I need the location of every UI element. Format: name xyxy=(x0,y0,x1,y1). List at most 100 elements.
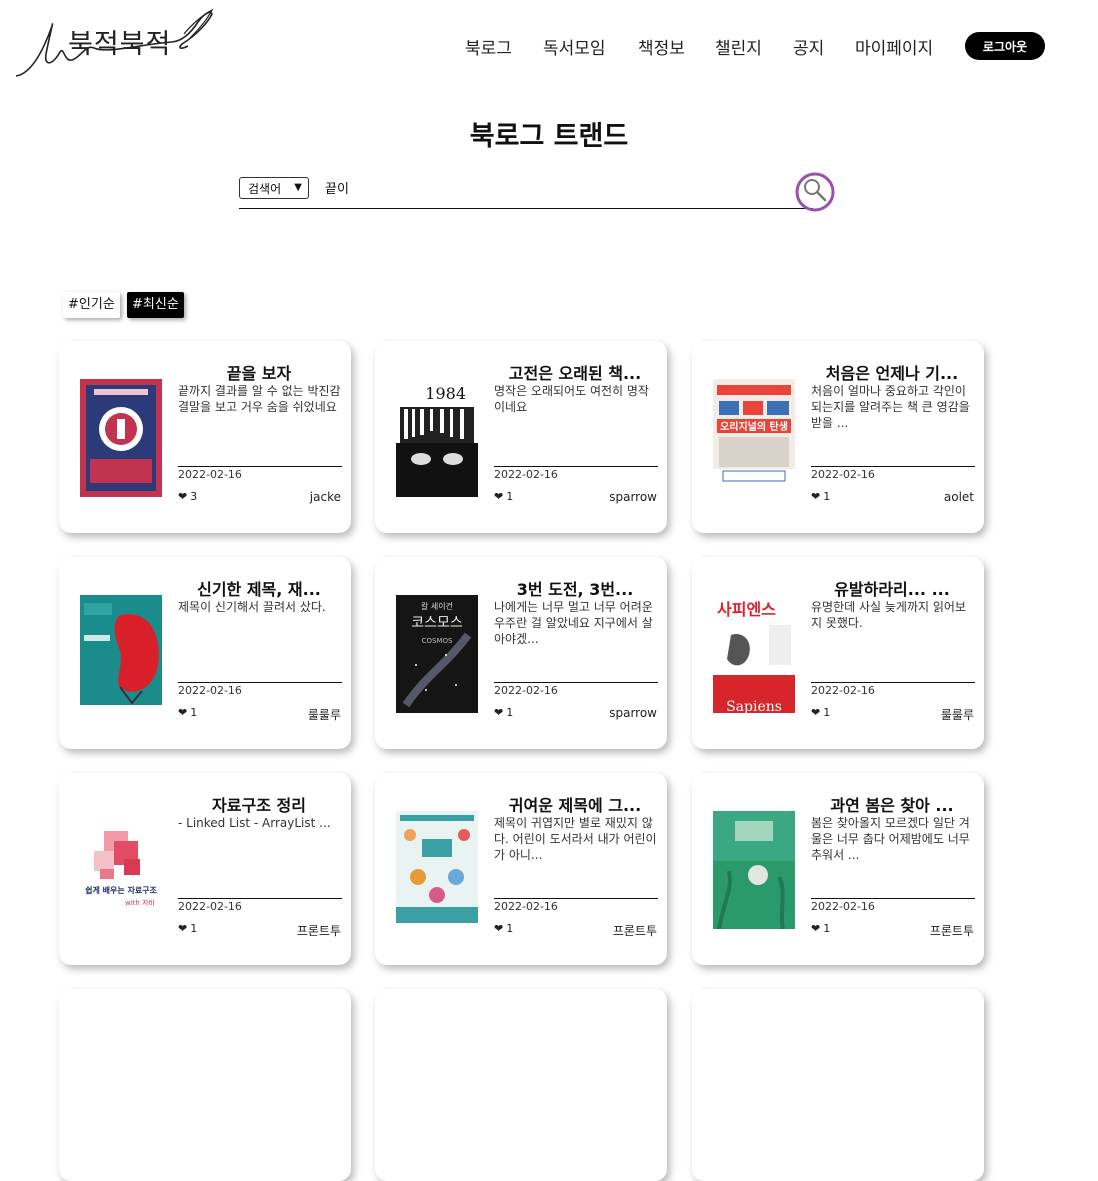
book-cover-image xyxy=(80,379,162,497)
card-summary: 처음이 얼마나 중요하고 각인이 되는지를 알려주는 책 큰 영감을 받을 ..… xyxy=(811,384,970,430)
booklog-card[interactable]: 1984 고전은 오래된 책... 명작은 오래되어도 여전히 명작이네요 20… xyxy=(375,341,667,533)
heart-icon: ❤ xyxy=(494,706,504,719)
card-date: 2022-02-16 xyxy=(811,468,875,481)
card-summary: 끝까지 결과를 알 수 없는 박진감 결말을 보고 거우 숨을 쉬었네요 xyxy=(178,384,341,414)
search-type-value: 검색어 xyxy=(248,181,282,196)
card-date: 2022-02-16 xyxy=(494,684,558,697)
card-likes: ❤ 1 xyxy=(811,706,830,719)
cover-sapiens-en: Sapiens xyxy=(726,699,782,713)
card-date: 2022-02-16 xyxy=(811,900,875,913)
book-cover-image xyxy=(396,811,478,923)
card-summary: - Linked List - ArrayList ... xyxy=(178,816,331,830)
booklog-card[interactable]: 신기한 제목, 재... 제목이 신기해서 끌려서 샀다. 2022-02-16… xyxy=(59,557,351,749)
heart-icon: ❤ xyxy=(494,922,504,935)
cover-origin-text: 오리지널의 탄생 xyxy=(720,420,788,433)
card-likes: ❤ 3 xyxy=(178,490,197,503)
book-cover-image: 오리지널의 탄생 xyxy=(713,379,795,482)
card-summary: 유명한데 사실 늦게까지 읽어보지 못했다. xyxy=(811,600,966,630)
nav-item-mypage[interactable]: 마이페이지 xyxy=(855,34,933,59)
card-divider xyxy=(494,466,658,467)
like-count: 1 xyxy=(190,706,198,719)
heart-icon: ❤ xyxy=(178,706,188,719)
booklog-card[interactable]: 오리지널의 탄생 처음은 언제나 기... 처음이 얼마나 중요하고 각인이 되… xyxy=(692,341,984,533)
card-title: 신기한 제목, 재... xyxy=(197,580,321,599)
nav-item-reading-group[interactable]: 독서모임 xyxy=(543,34,606,59)
heart-icon: ❤ xyxy=(178,922,188,935)
booklog-card[interactable]: 쉽게 배우는 자료구조 with 자바 자료구조 정리 - Linked Lis… xyxy=(59,773,351,965)
card-divider xyxy=(178,898,342,899)
card-date: 2022-02-16 xyxy=(494,468,558,481)
book-cover-image xyxy=(80,595,162,705)
sort-latest-button[interactable]: #최신순 xyxy=(127,292,184,318)
card-divider xyxy=(494,682,658,683)
card-likes: ❤ 1 xyxy=(811,490,830,503)
card-title: 귀여운 제목에 그... xyxy=(508,796,642,815)
search-button[interactable] xyxy=(794,170,838,214)
card-author: sparrow xyxy=(609,706,657,720)
card-summary: 제목이 신기해서 끌려서 샀다. xyxy=(178,600,326,614)
heart-icon: ❤ xyxy=(494,490,504,503)
booklog-card[interactable] xyxy=(692,989,984,1181)
cover-cosmos-en: COSMOS xyxy=(422,637,453,645)
card-author: 프론트투 xyxy=(296,924,341,938)
card-summary: 봄은 찾아올지 모르겠다 일단 겨울은 너무 춥다 어제밤에도 너무 추워서 .… xyxy=(811,816,970,862)
card-divider xyxy=(811,898,975,899)
like-count: 1 xyxy=(506,922,514,935)
card-divider xyxy=(494,898,658,899)
nav-item-booklog[interactable]: 북로그 xyxy=(465,34,512,59)
nav-item-notice[interactable]: 공지 xyxy=(793,34,824,59)
card-date: 2022-02-16 xyxy=(811,684,875,697)
card-divider xyxy=(811,682,975,683)
card-author: aolet xyxy=(943,490,974,504)
card-author: jacke xyxy=(309,490,341,504)
card-summary: 제목이 귀엽지만 별로 재밌지 않다. 어린이 도서라서 내가 어린이가 아니.… xyxy=(494,816,657,862)
booklog-card[interactable]: 사피엔스 Sapiens 유발하라리... ... 유명한데 사실 늦게까지 읽… xyxy=(692,557,984,749)
booklog-card[interactable] xyxy=(375,989,667,1181)
booklog-card[interactable]: 과연 봄은 찾아 ... 봄은 찾아올지 모르겠다 일단 겨울은 너무 춥다 어… xyxy=(692,773,984,965)
book-cover-image: 1984 xyxy=(396,379,478,497)
main-nav: 북로그 독서모임 책정보 챌린지 공지 마이페이지 xyxy=(0,30,1098,60)
card-likes: ❤ 1 xyxy=(494,490,513,503)
card-summary: 나에게는 너무 멀고 너무 어려운 우주란 걸 알았네요 지구에서 살아야겠..… xyxy=(494,600,653,646)
card-author: 프론트투 xyxy=(929,924,974,938)
book-cover-image: 쉽게 배우는 자료구조 with 자바 xyxy=(80,811,162,929)
sort-popular-button[interactable]: #인기순 xyxy=(63,292,120,318)
card-author: 룰룰루 xyxy=(307,708,341,722)
heart-icon: ❤ xyxy=(811,922,821,935)
cover-1984-text: 1984 xyxy=(425,384,466,403)
search-icon xyxy=(795,172,835,212)
book-cover-image: 칼 세이건 코스모스 COSMOS xyxy=(396,595,478,713)
card-likes: ❤ 1 xyxy=(494,922,513,935)
card-title: 3번 도전, 3번... xyxy=(516,580,634,599)
cover-cosmos-author: 칼 세이건 xyxy=(421,601,453,611)
card-title: 유발하라리... ... xyxy=(834,580,950,599)
like-count: 1 xyxy=(823,706,831,719)
nav-item-book-info[interactable]: 책정보 xyxy=(638,34,685,59)
chevron-down-icon: ▼ xyxy=(294,182,302,193)
booklog-card[interactable]: 귀여운 제목에 그... 제목이 귀엽지만 별로 재밌지 않다. 어린이 도서라… xyxy=(375,773,667,965)
card-summary: 명작은 오래되어도 여전히 명작이네요 xyxy=(494,384,649,414)
logout-button[interactable]: 로그아웃 xyxy=(965,32,1045,60)
cover-sapiens-ko: 사피엔스 xyxy=(717,600,776,619)
search-input[interactable]: 끝이 xyxy=(325,178,349,197)
booklog-card[interactable] xyxy=(59,989,351,1181)
card-date: 2022-02-16 xyxy=(178,468,242,481)
card-date: 2022-02-16 xyxy=(178,900,242,913)
heart-icon: ❤ xyxy=(811,706,821,719)
page-title: 북로그 트랜드 xyxy=(469,121,629,152)
card-likes: ❤ 1 xyxy=(178,706,197,719)
book-cover-image xyxy=(713,811,795,929)
nav-item-challenge[interactable]: 챌린지 xyxy=(715,34,762,59)
card-date: 2022-02-16 xyxy=(178,684,242,697)
card-divider xyxy=(178,682,342,683)
cover-ds-sub: with 자바 xyxy=(125,898,156,907)
like-count: 1 xyxy=(190,922,198,935)
booklog-card[interactable]: 끝을 보자 끝까지 결과를 알 수 없는 박진감 결말을 보고 거우 숨을 쉬었… xyxy=(59,341,351,533)
card-divider xyxy=(178,466,342,467)
search-type-select[interactable]: 검색어 ▼ xyxy=(239,177,309,199)
card-title: 자료구조 정리 xyxy=(212,796,306,815)
booklog-card[interactable]: 칼 세이건 코스모스 COSMOS 3번 도전, 3번... 나에게는 너무 멀… xyxy=(375,557,667,749)
like-count: 3 xyxy=(190,490,198,503)
card-title: 처음은 언제나 기... xyxy=(825,364,959,383)
book-cover-image: 사피엔스 Sapiens xyxy=(713,595,795,713)
